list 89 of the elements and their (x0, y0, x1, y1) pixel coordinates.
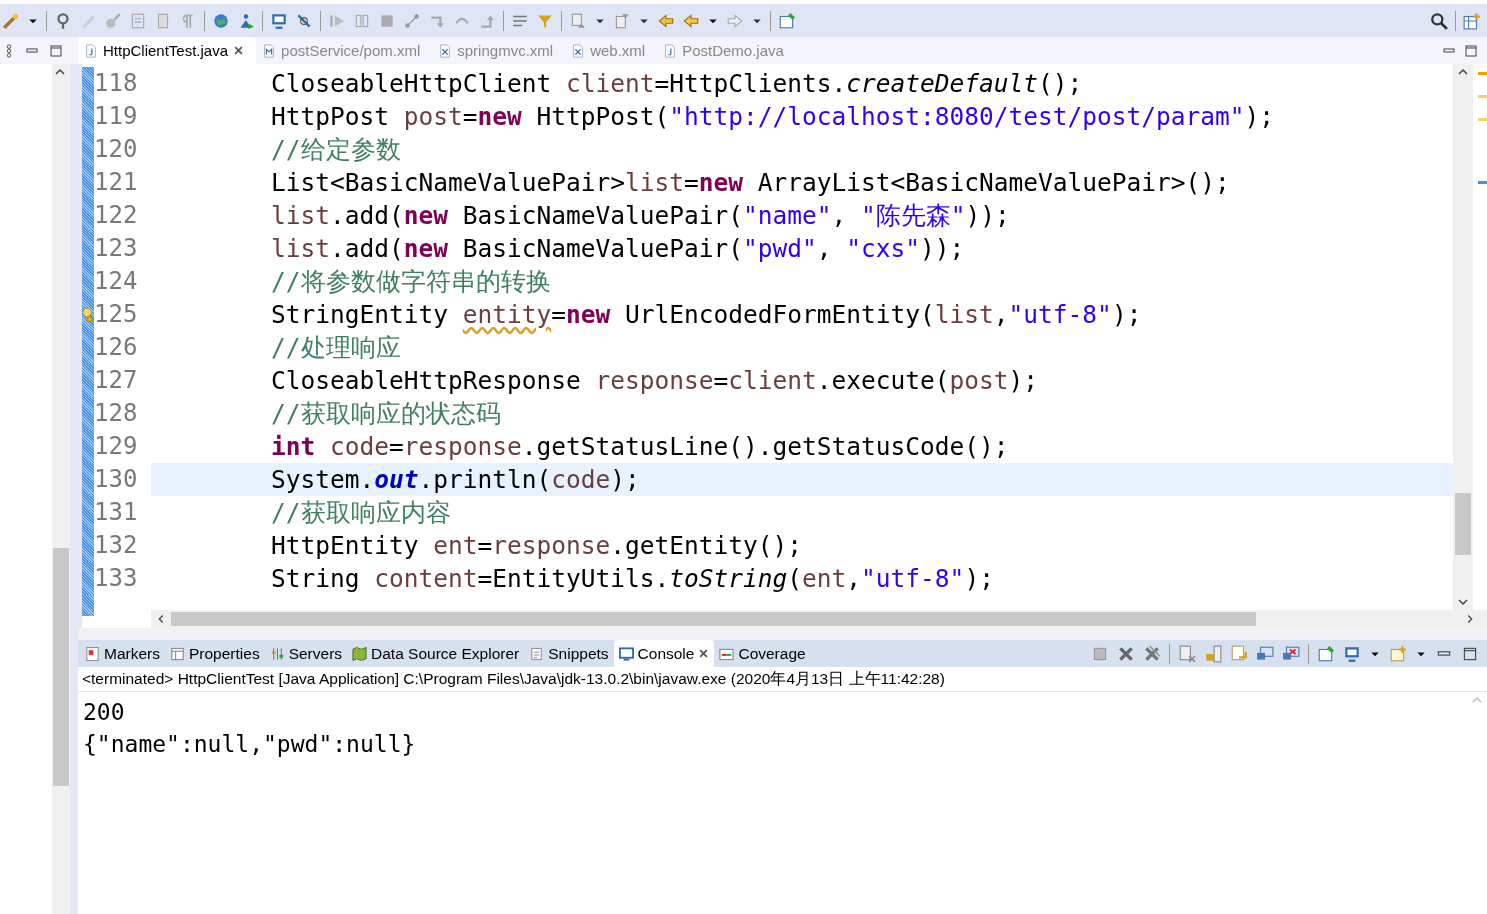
code-line: List<BasicNameValuePair>list=new ArrayList<BasicNameValuePair>(); (270, 167, 1231, 199)
horizontal-scrollbar[interactable] (151, 610, 1487, 628)
console-header: <terminated> HttpClientTest [Java Application] C:\Program Files\Java\jdk-13.0.2\bin\javaw.exe (2020年4月13日 上午11:42:28) (78, 667, 1487, 692)
next-annotation-icon[interactable] (569, 11, 587, 30)
pin-window-icon[interactable] (778, 11, 796, 30)
code-line: //给定参数 (270, 134, 402, 166)
code-line: int code=response.getStatusLine().getStatusCode(); (270, 431, 1010, 463)
maven-file-icon[interactable] (262, 42, 277, 59)
remove-icon[interactable] (1117, 644, 1135, 663)
map-icon[interactable] (352, 645, 368, 662)
code-line: CloseableHttpResponse response=client.execute(post); (270, 365, 1040, 397)
line-number: 129 (94, 431, 139, 462)
line-number: 119 (94, 101, 139, 132)
line-number: 124 (94, 266, 139, 297)
clear-console-icon[interactable] (1178, 644, 1196, 663)
view-tab[interactable]: Markers (80, 640, 165, 667)
scroll-thumb[interactable] (53, 548, 69, 786)
code-line: CloseableHttpClient client=HttpClients.createDefault(); (270, 68, 1084, 100)
view-tab[interactable]: Data Source Explorer (347, 640, 525, 667)
java-file-icon[interactable] (663, 42, 678, 59)
code-line: StringEntity entity=new UrlEncodedFormEntity(list,"utf-8"); (270, 299, 1143, 331)
line-number: 126 (94, 332, 139, 363)
code-line: String content=EntityUtils.toString(ent,"utf-8"); (270, 563, 995, 595)
xml-file-icon[interactable] (571, 42, 586, 59)
line-number: 127 (94, 365, 139, 396)
close-icon[interactable] (698, 648, 710, 659)
pin-window-icon[interactable] (1317, 644, 1335, 663)
code-line: //处理响应 (270, 332, 402, 364)
code-line: //获取响应的状态码 (270, 398, 502, 430)
xml-file-icon[interactable] (438, 42, 453, 59)
line-number: 121 (94, 167, 139, 198)
remove-all-icon[interactable] (1143, 644, 1161, 663)
markers-icon[interactable] (85, 645, 100, 662)
console-output-line: 200 (83, 698, 126, 727)
line-number: 123 (94, 233, 139, 264)
editor-tab[interactable]: HttpClientTest.java (78, 37, 257, 64)
scroll-thumb[interactable] (171, 612, 1256, 626)
console-output-line: {"name":null,"pwd":null} (83, 730, 417, 759)
forward-arrow-icon[interactable] (726, 11, 744, 30)
annotation-ruler-cell (82, 595, 94, 616)
code-line: list.add(new BasicNameValuePair("name", "陈先森")); (270, 200, 1011, 232)
maximize-icon[interactable] (1463, 42, 1479, 59)
properties-icon[interactable] (170, 645, 185, 662)
warning-bulb-icon[interactable] (82, 305, 94, 324)
view-tab[interactable]: Snippets (524, 640, 614, 667)
monitor-icon[interactable] (1343, 644, 1361, 663)
java-file-icon[interactable] (84, 42, 98, 59)
view-tab[interactable]: Console (613, 640, 715, 667)
pin-icon[interactable] (54, 11, 72, 30)
new-window-icon[interactable] (1389, 644, 1407, 663)
disconnect-nodes-icon[interactable] (403, 11, 421, 30)
previous-annotation-icon[interactable] (613, 11, 631, 30)
scroll-thumb[interactable] (1455, 493, 1471, 555)
code-line: //获取响应内容 (270, 497, 452, 529)
code-line: HttpEntity ent=response.getEntity(); (270, 530, 804, 562)
line-number: 120 (94, 134, 139, 165)
search-icon[interactable] (1430, 11, 1448, 30)
globe-icon[interactable] (212, 11, 230, 30)
servers-icon[interactable] (269, 645, 285, 662)
line-number: 125 (94, 299, 139, 330)
scroll-lock-icon[interactable] (1204, 644, 1222, 663)
back-arrow-icon[interactable] (682, 11, 700, 30)
error-console-icon[interactable] (1282, 644, 1300, 663)
show-console-icon[interactable] (1256, 644, 1274, 663)
view-tab[interactable]: Servers (264, 640, 348, 667)
code-line: //将参数做字符串的转换 (270, 266, 552, 298)
line-number: 118 (94, 68, 139, 99)
open-perspective-icon[interactable] (1463, 11, 1481, 30)
line-number: 122 (94, 200, 139, 231)
scrollbar[interactable] (52, 64, 70, 914)
line-number: 130 (94, 464, 139, 495)
maximize-icon[interactable] (48, 42, 64, 59)
code-line: list.add(new BasicNameValuePair("pwd", "cxs")); (270, 233, 966, 265)
line-number: 128 (94, 398, 139, 429)
code-line: HttpPost post=new HttpPost("http://localhost:8080/test/post/param"); (270, 101, 1276, 133)
word-wrap-icon[interactable] (1230, 644, 1248, 663)
line-number: 132 (94, 530, 139, 561)
line-number: 131 (94, 497, 139, 528)
console-icon[interactable] (618, 645, 634, 662)
monitor-icon[interactable] (270, 11, 288, 30)
view-tab[interactable]: Coverage (714, 640, 811, 667)
wand-icon[interactable] (2, 11, 20, 30)
brush-icon[interactable] (104, 11, 122, 30)
line-number: 133 (94, 563, 139, 594)
close-icon[interactable] (233, 45, 245, 56)
document-icon[interactable] (129, 11, 147, 30)
snippets-icon[interactable] (529, 645, 545, 662)
view-tab[interactable]: Properties (165, 640, 265, 667)
vertical-scrollbar[interactable] (1453, 64, 1473, 610)
